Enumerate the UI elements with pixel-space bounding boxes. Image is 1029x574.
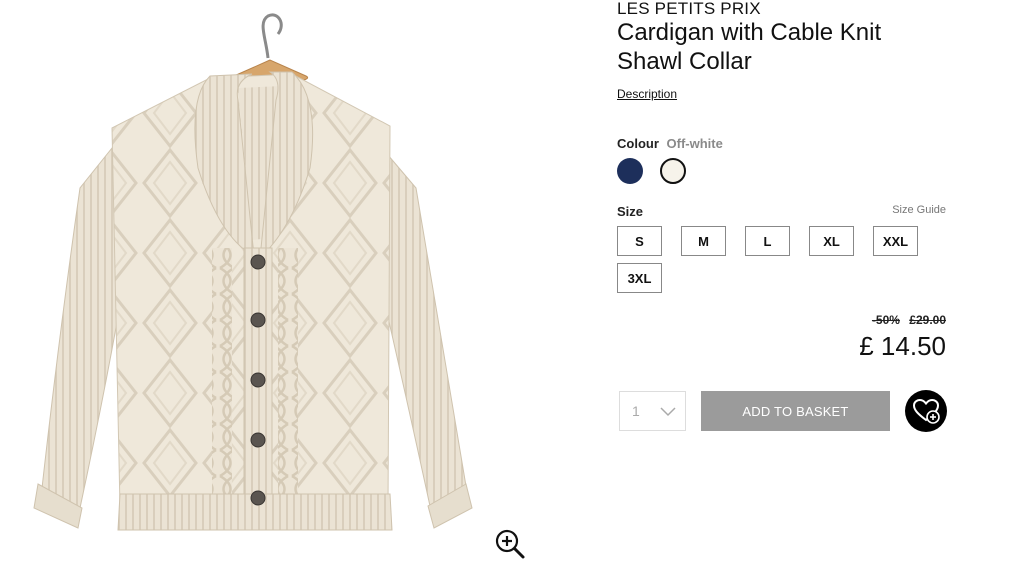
old-price: £29.00 <box>909 313 946 327</box>
description-link[interactable]: Description <box>617 87 677 101</box>
current-price: £ 14.50 <box>859 331 946 361</box>
size-option-3xl[interactable]: 3XL <box>617 263 662 293</box>
old-price-row: -50% £29.00 <box>872 313 946 327</box>
colour-row: Colour Off-white <box>617 136 723 151</box>
colour-label: Colour <box>617 136 659 151</box>
heart-plus-icon <box>912 398 940 424</box>
add-to-basket-button[interactable]: ADD TO BASKET <box>701 391 890 431</box>
discount-percent: -50% <box>871 313 900 327</box>
zoom-in-icon[interactable] <box>494 528 526 560</box>
quantity-select[interactable]: 1 <box>619 391 686 431</box>
size-option-xl[interactable]: XL <box>809 226 854 256</box>
size-option-xxl[interactable]: XXL <box>873 226 918 256</box>
size-label: Size <box>617 204 644 219</box>
size-option-s[interactable]: S <box>617 226 662 256</box>
product-image[interactable] <box>20 8 490 563</box>
chevron-down-icon <box>660 407 676 417</box>
colour-swatch-navy[interactable] <box>617 158 643 184</box>
quantity-value: 1 <box>632 403 640 419</box>
brand-name[interactable]: LES PETITS PRIX <box>617 0 761 19</box>
wishlist-button[interactable] <box>905 390 947 432</box>
size-option-l[interactable]: L <box>745 226 790 256</box>
selected-colour: Off-white <box>666 136 723 151</box>
product-title: Cardigan with Cable Knit Shawl Collar <box>617 19 882 75</box>
product-image-area <box>0 0 560 574</box>
colour-swatch-off-white[interactable] <box>660 158 686 184</box>
size-option-m[interactable]: M <box>681 226 726 256</box>
size-guide-link[interactable]: Size Guide <box>892 204 946 216</box>
